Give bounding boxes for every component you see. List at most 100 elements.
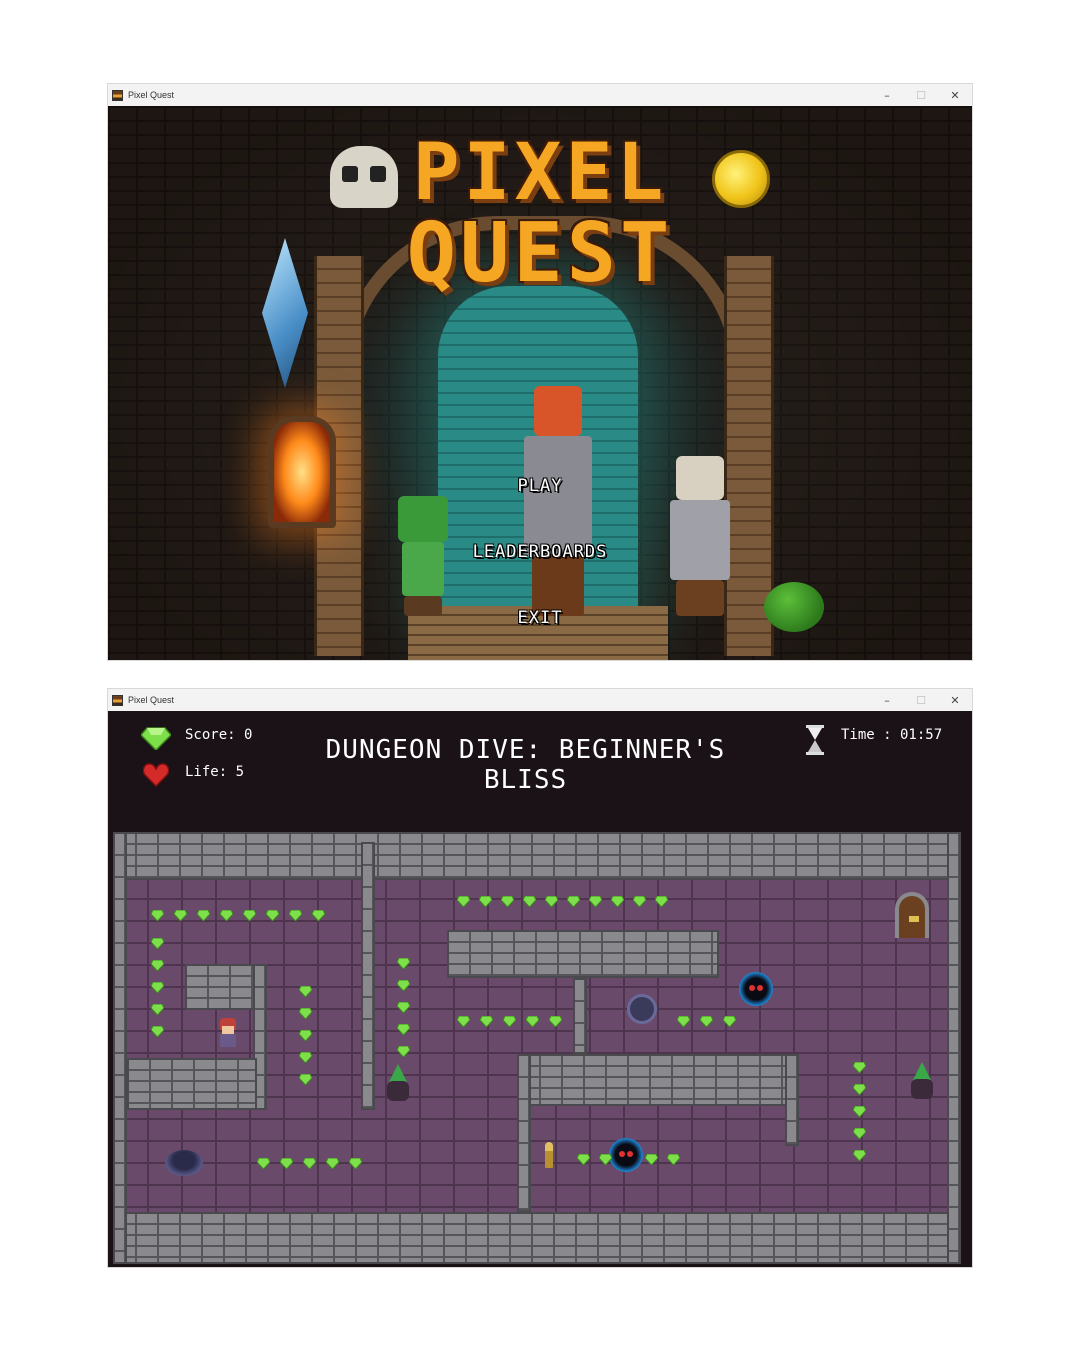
torch-icon	[268, 416, 336, 528]
goblin-enemy	[907, 1062, 937, 1100]
gem-icon	[303, 1158, 316, 1169]
gem-icon	[397, 958, 410, 969]
gem-icon	[503, 1016, 516, 1027]
gem-icon	[257, 1158, 270, 1169]
gem-icon	[655, 896, 668, 907]
gem-icon	[853, 1128, 866, 1139]
window-controls: – ☐ ✕	[870, 689, 972, 711]
gem-icon	[853, 1150, 866, 1161]
gem-icon	[853, 1106, 866, 1117]
green-gem-icon	[141, 727, 171, 750]
gem-icon	[633, 896, 646, 907]
gameplay-scene: Score: 0 Life: 5 DUNGEON DIVE: BEGINNER'…	[108, 711, 972, 1267]
gem-icon	[526, 1016, 539, 1027]
portal-icon	[627, 994, 657, 1024]
gem-icon	[577, 1154, 590, 1165]
life-label: Life: 5	[185, 764, 245, 780]
title-scene: PIXEL QUEST PLAY LEADERBOARDS EXIT	[108, 106, 972, 660]
gem-icon	[151, 1026, 164, 1037]
wall-inner	[447, 930, 719, 978]
gem-icon	[280, 1158, 293, 1169]
gem-icon	[397, 1024, 410, 1035]
play-button[interactable]: PLAY	[108, 476, 972, 496]
window-titlebar[interactable]: Pixel Quest – ☐ ✕	[108, 84, 972, 106]
title-screen-window: Pixel Quest – ☐ ✕ PIXEL QUEST PLAY LEADE…	[108, 84, 972, 660]
game-logo-line1: PIXEL	[412, 128, 668, 218]
gem-icon	[299, 1074, 312, 1085]
level-title: DUNGEON DIVE: BEGINNER'S BLISS	[325, 735, 726, 795]
wall-inner	[517, 1054, 797, 1106]
minimize-button[interactable]: –	[870, 689, 904, 711]
gem-icon	[220, 910, 233, 921]
close-button[interactable]: ✕	[938, 689, 972, 711]
gem-icon	[589, 896, 602, 907]
gem-icon	[151, 910, 164, 921]
wall-right	[947, 832, 961, 1264]
gem-icon	[151, 960, 164, 971]
wall-inner	[573, 978, 587, 1054]
gem-icon	[243, 910, 256, 921]
gem-icon	[266, 910, 279, 921]
gem-icon	[299, 986, 312, 997]
wall-left	[113, 832, 127, 1264]
gem-icon	[501, 896, 514, 907]
gem-icon	[567, 896, 580, 907]
goblin-enemy	[383, 1064, 413, 1102]
wall-inner	[785, 1054, 799, 1146]
exit-door-icon	[895, 892, 929, 938]
minimize-button[interactable]: –	[870, 84, 904, 106]
gem-icon	[349, 1158, 362, 1169]
gem-icon	[853, 1084, 866, 1095]
wall-inner	[517, 1054, 531, 1212]
gem-icon	[700, 1016, 713, 1027]
gem-icon	[677, 1016, 690, 1027]
gem-icon	[479, 896, 492, 907]
gem-icon	[611, 896, 624, 907]
wall-inner	[361, 842, 375, 1110]
red-heart-icon	[143, 763, 169, 787]
gem-icon	[545, 896, 558, 907]
gameplay-window: Pixel Quest – ☐ ✕ Score: 0 Life: 5 DUNGE…	[108, 689, 972, 1267]
window-title: Pixel Quest	[128, 695, 175, 705]
wall-inner	[127, 1058, 257, 1110]
score-label: Score: 0	[185, 727, 253, 743]
maximize-button[interactable]: ☐	[904, 689, 938, 711]
exit-button[interactable]: EXIT	[108, 608, 972, 628]
close-button[interactable]: ✕	[938, 84, 972, 106]
key-icon	[545, 1142, 553, 1168]
wall-bottom	[113, 1212, 961, 1264]
gem-icon	[397, 1046, 410, 1057]
player-character	[217, 1018, 239, 1048]
gem-icon	[299, 1008, 312, 1019]
game-logo-line2: QUEST	[406, 206, 674, 301]
gem-icon	[599, 1154, 612, 1165]
slime-enemy	[739, 972, 773, 1006]
gem-icon	[480, 1016, 493, 1027]
window-titlebar[interactable]: Pixel Quest – ☐ ✕	[108, 689, 972, 711]
dungeon-maze	[113, 832, 961, 1264]
gem-icon	[853, 1062, 866, 1073]
gem-icon	[645, 1154, 658, 1165]
app-icon	[112, 694, 123, 706]
gem-icon	[457, 1016, 470, 1027]
leaderboards-button[interactable]: LEADERBOARDS	[108, 542, 972, 562]
gem-icon	[299, 1030, 312, 1041]
gem-icon	[723, 1016, 736, 1027]
maximize-button[interactable]: ☐	[904, 84, 938, 106]
time-label: Time : 01:57	[841, 727, 943, 743]
gem-icon	[397, 980, 410, 991]
dungeon-floor	[113, 832, 961, 1264]
gem-icon	[397, 1002, 410, 1013]
gem-icon	[312, 910, 325, 921]
gem-icon	[667, 1154, 680, 1165]
gem-icon	[197, 910, 210, 921]
portal-icon	[165, 1150, 203, 1176]
app-icon	[112, 89, 123, 101]
slime-enemy	[609, 1138, 643, 1172]
gem-icon	[289, 910, 302, 921]
window-controls: – ☐ ✕	[870, 84, 972, 106]
hourglass-icon	[806, 725, 824, 755]
warrior-character	[518, 386, 598, 616]
gem-icon	[299, 1052, 312, 1063]
gem-icon	[549, 1016, 562, 1027]
